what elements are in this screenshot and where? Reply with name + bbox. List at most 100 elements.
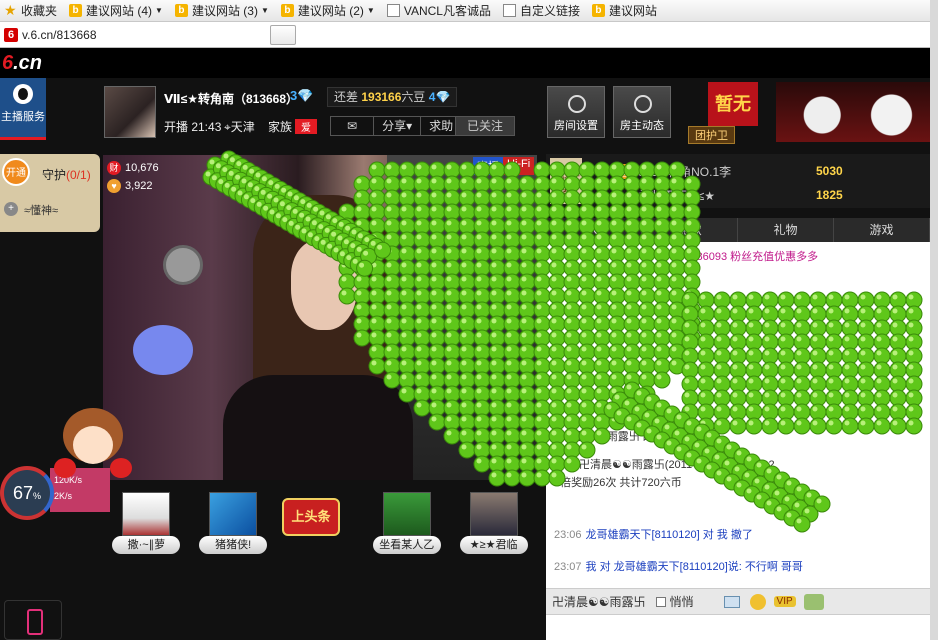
wealth-stat: 财 10,676 bbox=[107, 161, 159, 175]
bing-icon: b bbox=[174, 4, 188, 17]
chevron-down-icon[interactable]: ▼ bbox=[261, 6, 269, 15]
anchor-name: Ⅶ≤★转角南（813668） bbox=[164, 92, 299, 106]
guard-king-badge[interactable]: 暂无 bbox=[708, 82, 758, 126]
session-rank-row[interactable]: ♛ ★≤★君临天下★≤★ 1825 bbox=[596, 184, 843, 206]
chat-target-select[interactable]: 卍清晨☯☯雨露卐 bbox=[552, 593, 646, 610]
teddy-bears-banner[interactable] bbox=[776, 82, 930, 142]
streamer-face bbox=[291, 240, 357, 330]
bookmark-item[interactable]: 自定义链接 bbox=[499, 0, 588, 22]
anchor-actions: ✉ 分享▾ 求助 bbox=[330, 116, 463, 136]
fans-value: 3,922 bbox=[125, 180, 153, 192]
mobile-phone-icon[interactable] bbox=[4, 600, 62, 640]
chat-message: 5倍奖励26次 共计720六币 bbox=[554, 474, 924, 490]
rank-item[interactable]: 撒·~∥萝 bbox=[108, 488, 184, 570]
rank-name: 坐看某人乙 bbox=[372, 536, 441, 554]
chevron-down-icon[interactable]: ▼ bbox=[155, 6, 163, 15]
chat-message: 23:06 龙哥雄霸天下[8110120] 对 我 撤了 bbox=[554, 526, 924, 542]
plus-icon[interactable]: + bbox=[4, 202, 18, 216]
tab-chat[interactable]: 天 bbox=[546, 218, 642, 242]
bookmarks-bar: ★ 收藏夹 b 建议网站 (4) ▼ b 建议网站 (3) ▼ b 建议网站 (2) ▼ VANCL凡… bbox=[0, 0, 938, 22]
bookmark-item[interactable]: b 建议网站 (2) ▼ bbox=[277, 0, 383, 22]
vip-emoji-button[interactable]: VIP bbox=[773, 596, 796, 607]
open-guard-button[interactable]: 开通 bbox=[2, 158, 30, 186]
rank-item[interactable]: ★≥★君临 bbox=[456, 488, 532, 570]
session-king-label: 本场王者 bbox=[550, 158, 582, 204]
chat-message: 恭喜 卍清晨☯☯雨露卐(2011 值 1倍奖励8次 2 bbox=[554, 456, 924, 472]
gap-value: 193166 bbox=[361, 90, 402, 104]
headline-item[interactable]: 上头条 bbox=[281, 488, 358, 570]
chat-input[interactable] bbox=[546, 614, 930, 640]
session-rank: 本场王者 ♛ 4窗 Ⅶ≤★转角NO.1李 5030 ♛ ★≤★君临天下★≤★ 1… bbox=[546, 154, 930, 208]
bookmark-label: 自定义链接 bbox=[519, 4, 580, 18]
chat-time: 23:07 bbox=[554, 561, 582, 573]
guard-user[interactable]: ≈懂神≈ bbox=[24, 202, 58, 218]
rank-avatar bbox=[469, 492, 518, 536]
window-edge bbox=[930, 0, 938, 640]
anchor-service-button[interactable]: 主播服务 bbox=[0, 78, 46, 140]
message-button[interactable]: ✉ bbox=[331, 117, 375, 135]
anchor-location: ⌖天津 bbox=[224, 118, 255, 135]
share-button[interactable]: 分享▾ bbox=[374, 117, 422, 135]
guard-panel: 开通 守护(0/1) + ≈懂神≈ bbox=[0, 154, 100, 232]
site-favicon-icon: 6 bbox=[4, 27, 18, 42]
site-logo[interactable]: 6.cn bbox=[2, 52, 42, 75]
bookmark-label: VANCL凡客诚品 bbox=[403, 4, 491, 18]
family-tag[interactable]: 爱 bbox=[295, 119, 318, 134]
address-go-button[interactable] bbox=[270, 24, 296, 45]
chat-log[interactable]: 495386093 粉丝充值优惠多多 卍清晨☯☯雨露卐 的热情支 恭喜 卍清晨☯… bbox=[546, 242, 930, 588]
user-icon bbox=[634, 95, 652, 113]
doll-face bbox=[73, 426, 113, 464]
whisper-checkbox[interactable] bbox=[655, 596, 666, 607]
rank-avatar bbox=[122, 492, 171, 536]
speed-percent: 67 bbox=[12, 483, 33, 503]
session-rank-name: Ⅶ≤★转角NO.1李 bbox=[636, 164, 732, 179]
rank-name: 猪猪侠! bbox=[199, 536, 268, 554]
anchor-avatar[interactable] bbox=[104, 86, 156, 138]
bookmark-label: 建议网站 (3) bbox=[191, 4, 258, 18]
image-icon[interactable] bbox=[723, 595, 740, 608]
hifi-badge[interactable]: Hi-Fi bbox=[503, 157, 535, 175]
bookmark-item[interactable]: VANCL凡客诚品 bbox=[383, 0, 499, 22]
tab-song[interactable]: 点歌 bbox=[642, 218, 738, 242]
chat-text: 卍清晨☯☯雨露卐 的热情支 bbox=[554, 431, 687, 443]
bookmark-label: 建议网站 (2) bbox=[297, 4, 364, 18]
chat-time: 23:06 bbox=[554, 529, 582, 541]
gap-unit: 六豆 bbox=[401, 90, 426, 104]
sticker-icon[interactable] bbox=[803, 593, 824, 610]
bookmark-item[interactable]: b 建议网站 (4) ▼ bbox=[65, 0, 171, 22]
rank-name: ★≥★君临 bbox=[459, 536, 528, 554]
gear-icon bbox=[568, 95, 586, 113]
session-rank-row[interactable]: ♛ 4窗 Ⅶ≤★转角NO.1李 5030 bbox=[596, 160, 843, 182]
site: 6.cn 主播服务 Ⅶ≤★转角南（813668） 3💎 还差 193166六豆 … bbox=[0, 48, 930, 640]
chevron-down-icon[interactable]: ▼ bbox=[367, 6, 375, 15]
bookmark-label: 收藏夹 bbox=[21, 4, 58, 18]
live-start-time: 开播 21:43 bbox=[164, 120, 222, 134]
tab-gift[interactable]: 礼物 bbox=[738, 218, 834, 242]
whisper-label: 悄悄 bbox=[669, 595, 694, 609]
location-pin-icon: ⌖ bbox=[224, 120, 231, 134]
bing-icon: b bbox=[69, 4, 83, 17]
microphone bbox=[163, 245, 203, 285]
tab-game[interactable]: 游戏 bbox=[834, 218, 930, 242]
gap-next-level: 4💎 bbox=[428, 90, 451, 104]
speed-percent-ring: 67% bbox=[0, 466, 54, 520]
rank-item[interactable]: 猪猪侠! bbox=[195, 488, 271, 570]
rank-item[interactable]: 坐看某人乙 bbox=[369, 488, 445, 570]
headline-badge: 上头条 bbox=[281, 498, 340, 536]
room-settings-button[interactable]: 房间设置 bbox=[547, 86, 605, 138]
video-stream[interactable]: 财 10,676 ♥ 3,922 直播 Hi-Fi bbox=[103, 155, 537, 480]
followed-button[interactable]: 已关注 bbox=[455, 116, 515, 136]
bookmark-item[interactable]: ★ 收藏夹 bbox=[0, 0, 65, 22]
bookmark-item[interactable]: b 建议网站 bbox=[588, 0, 665, 22]
bookmark-item[interactable]: b 建议网站 (3) ▼ bbox=[171, 0, 277, 22]
guard-group-badge[interactable]: 团护卫 bbox=[688, 126, 735, 144]
family-label: 家族 bbox=[268, 120, 293, 134]
page-icon bbox=[386, 4, 400, 17]
chat-tabs: 天 点歌 礼物 游戏 bbox=[546, 218, 930, 242]
url-field[interactable]: v.6.cn/813668 bbox=[22, 28, 270, 42]
owner-feed-label: 房主动态 bbox=[620, 120, 664, 132]
streamer-body bbox=[223, 375, 413, 480]
owner-feed-button[interactable]: 房主动态 bbox=[613, 86, 671, 138]
wealth-icon: 财 bbox=[107, 161, 121, 175]
emoji-icon[interactable] bbox=[749, 593, 766, 610]
